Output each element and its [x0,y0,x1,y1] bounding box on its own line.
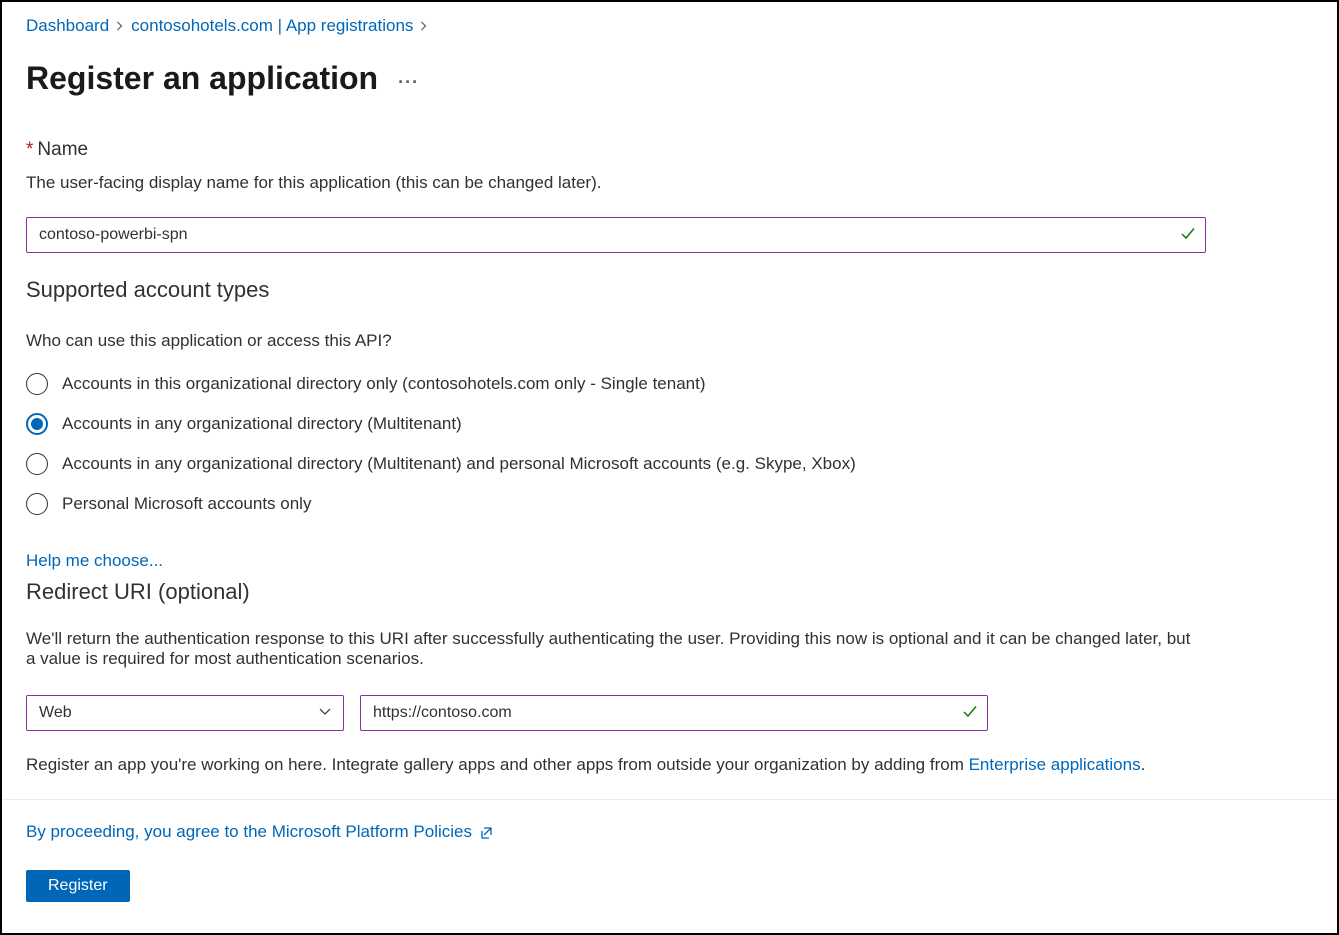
redirect-uri-description: We'll return the authentication response… [26,629,1196,669]
breadcrumb-app-registrations[interactable]: contosohotels.com | App registrations [131,16,413,36]
platform-policies-link[interactable]: By proceeding, you agree to the Microsof… [26,822,495,842]
radio-label: Accounts in any organizational directory… [62,414,462,434]
redirect-uri-input-wrap [360,695,988,731]
account-type-option-multitenant[interactable]: Accounts in any organizational directory… [26,413,1313,435]
radio-icon [26,493,48,515]
divider [2,799,1337,800]
required-star-icon: * [26,139,33,160]
redirect-uri-heading: Redirect URI (optional) [26,579,1313,605]
account-types-question: Who can use this application or access t… [26,331,1313,351]
redirect-uri-input[interactable] [360,695,988,731]
breadcrumb-dashboard[interactable]: Dashboard [26,16,109,36]
integrate-footer-text: Register an app you're working on here. … [26,755,1313,775]
account-type-radio-group: Accounts in this organizational director… [26,373,1313,515]
page-title: Register an application [26,60,378,97]
checkmark-icon [962,704,978,723]
name-input-wrap [26,217,1206,253]
checkmark-icon [1180,226,1196,245]
radio-icon [26,413,48,435]
chevron-right-icon [115,21,125,31]
name-label: *Name [26,139,1313,161]
radio-icon [26,373,48,395]
account-type-option-personal[interactable]: Personal Microsoft accounts only [26,493,1313,515]
radio-label: Accounts in this organizational director… [62,374,706,394]
platform-select[interactable]: Web [26,695,344,731]
account-type-option-single-tenant[interactable]: Accounts in this organizational director… [26,373,1313,395]
radio-label: Accounts in any organizational directory… [62,454,856,474]
help-me-choose-link[interactable]: Help me choose... [26,551,163,571]
radio-label: Personal Microsoft accounts only [62,494,311,514]
chevron-right-icon [419,21,429,31]
breadcrumb: Dashboard contosohotels.com | App regist… [26,12,1313,36]
radio-icon [26,453,48,475]
external-link-icon [480,825,495,840]
register-button[interactable]: Register [26,870,130,902]
platform-select-value: Web [39,704,72,722]
name-input[interactable] [26,217,1206,253]
account-types-heading: Supported account types [26,277,1313,303]
more-actions-button[interactable]: ··· [398,64,419,93]
account-type-option-multitenant-personal[interactable]: Accounts in any organizational directory… [26,453,1313,475]
name-description: The user-facing display name for this ap… [26,173,1313,193]
enterprise-applications-link[interactable]: Enterprise applications [969,755,1141,774]
